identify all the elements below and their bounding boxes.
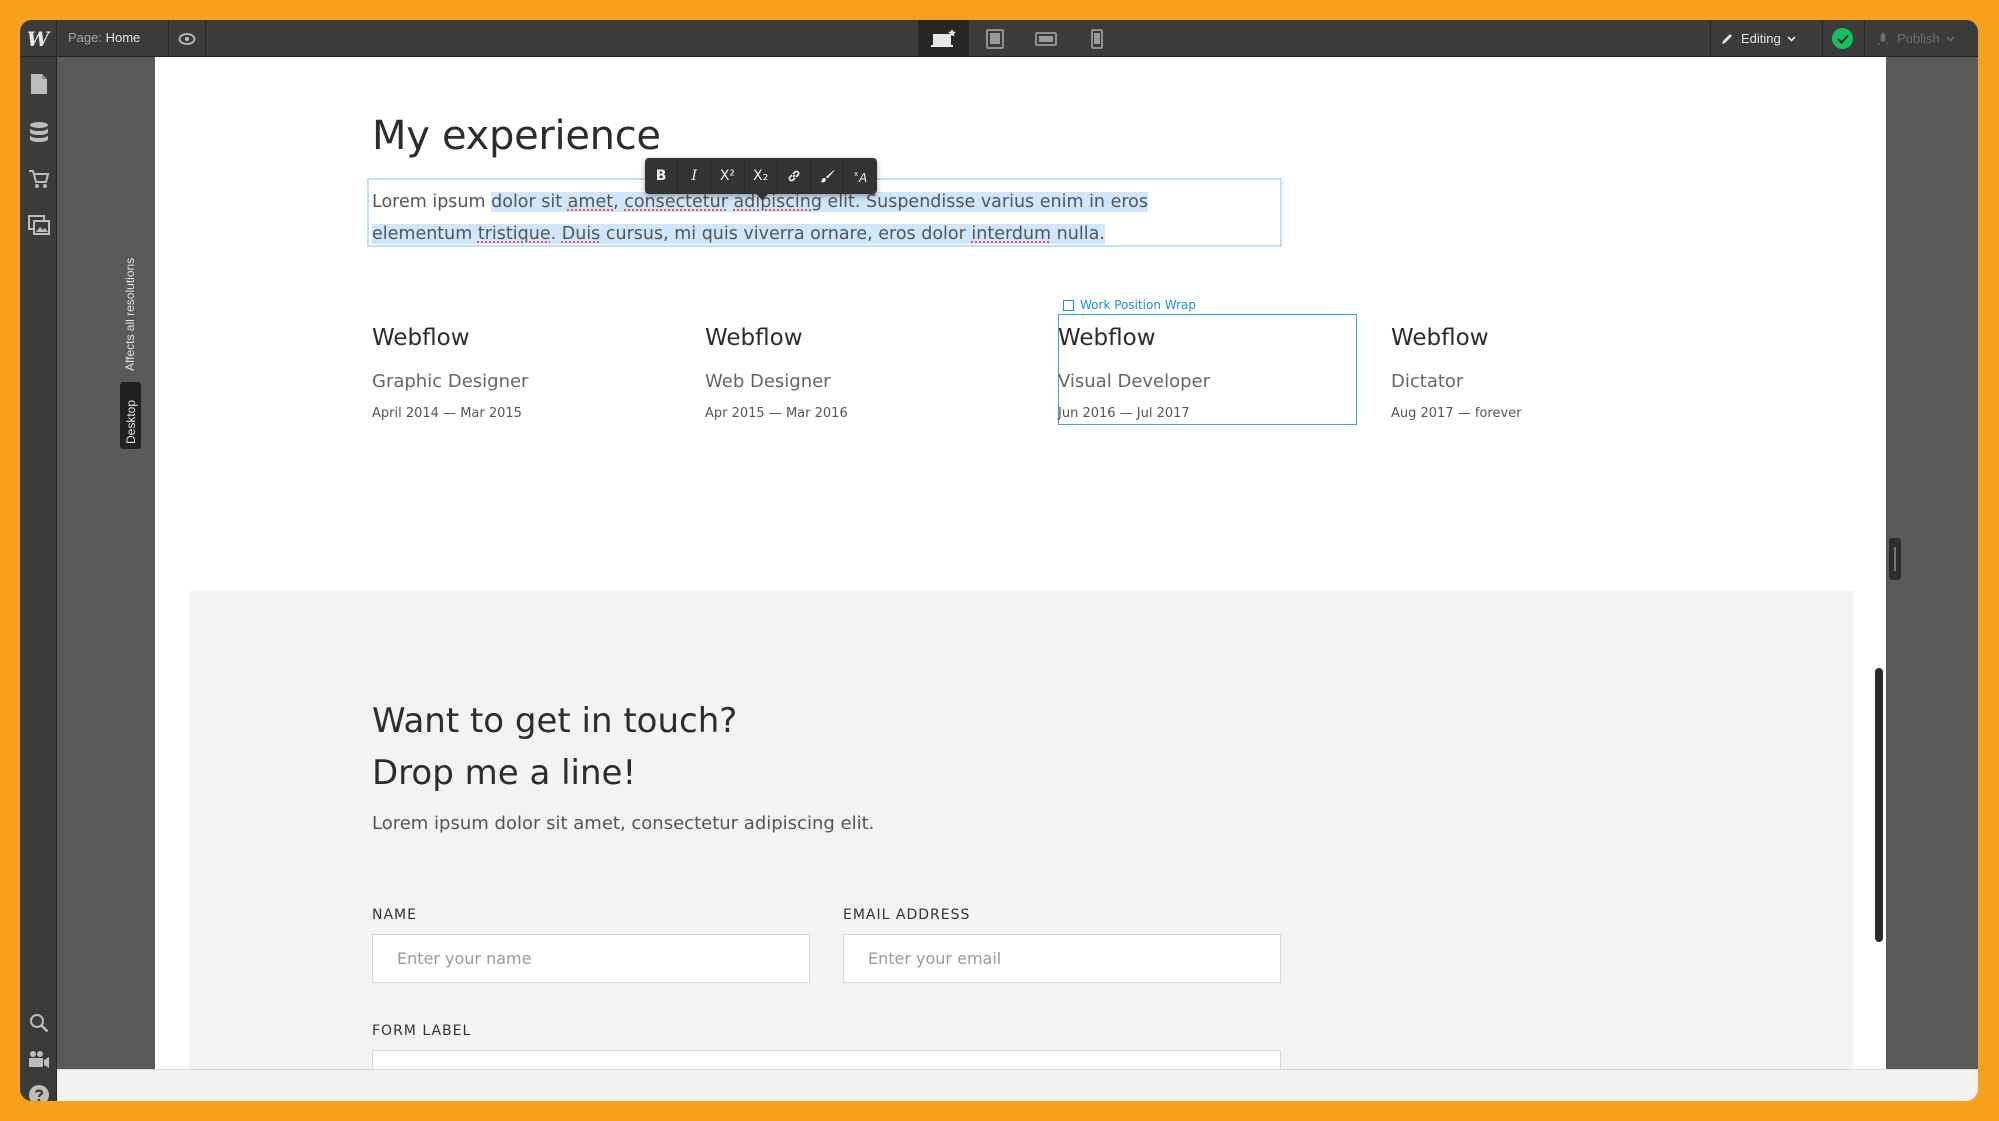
- canvas-scrollbar[interactable]: [1875, 668, 1883, 942]
- pencil-icon: [1722, 34, 1732, 44]
- job-role: Visual Developer: [1058, 371, 1211, 392]
- paragraph-text: cursus, mi quis viverra ornare, eros dol…: [600, 224, 972, 244]
- company-name: Webflow: [1391, 325, 1489, 351]
- chevron-down-icon: [1787, 35, 1796, 42]
- assets-images-icon[interactable]: [20, 206, 57, 244]
- paint-brush-icon[interactable]: [811, 158, 845, 194]
- spellcheck-word: consectetur: [624, 192, 728, 212]
- email-input[interactable]: [843, 934, 1281, 983]
- spellcheck-word: interdum: [971, 224, 1052, 244]
- italic-button[interactable]: I: [678, 158, 712, 194]
- canvas-resize-handle[interactable]: [1889, 538, 1901, 580]
- superscript-button[interactable]: X²: [711, 158, 745, 194]
- breakpoint-switcher: [918, 20, 1122, 57]
- svg-text:x: x: [854, 170, 858, 178]
- spellcheck-word: tristique: [477, 224, 551, 244]
- experience-heading[interactable]: My experience: [372, 113, 661, 159]
- paragraph-text: dolor sit: [491, 192, 568, 212]
- editing-label: Editing: [1741, 31, 1781, 46]
- job-role: Dictator: [1391, 371, 1464, 392]
- tablet-breakpoint-icon[interactable]: [969, 20, 1020, 57]
- designer-window: W Page: Home Editing Publish Affects all…: [20, 20, 1978, 1101]
- work-position-wrap[interactable]: Webflow Web Designer Apr 2015 — Mar 2016: [705, 325, 1005, 421]
- element-square-icon: [1063, 299, 1074, 311]
- contact-heading[interactable]: Want to get in touch? Drop me a line!: [372, 695, 737, 799]
- paragraph-text: .: [550, 224, 562, 244]
- publish-label: Publish: [1897, 31, 1940, 46]
- toolbar-pointer: [755, 193, 769, 200]
- webflow-logo-icon[interactable]: W: [20, 20, 57, 57]
- selected-element-badge[interactable]: Work Position Wrap: [1063, 298, 1196, 312]
- affects-all-resolutions-label: Affects all resolutions: [123, 257, 137, 371]
- paragraph-text: ,: [613, 192, 625, 212]
- rocket-icon: [1877, 31, 1889, 45]
- company-name: Webflow: [705, 325, 803, 351]
- desktop-breakpoint-label: Desktop: [124, 399, 138, 444]
- editing-mode-dropdown[interactable]: Editing: [1720, 20, 1796, 57]
- work-position-wrap[interactable]: Webflow Visual Developer Jun 2016 — Jul …: [1058, 325, 1358, 421]
- left-sidebar: [20, 57, 57, 1101]
- ecommerce-cart-icon[interactable]: [20, 160, 57, 198]
- page-prefix-label: Page:: [68, 30, 102, 45]
- selected-element-name: Work Position Wrap: [1080, 298, 1196, 312]
- spellcheck-word: amet: [567, 192, 614, 212]
- name-label: NAME: [372, 907, 417, 923]
- spellcheck-word: Duis: [561, 224, 601, 244]
- page-name-label: Home: [105, 30, 141, 45]
- cms-database-icon[interactable]: [20, 113, 57, 151]
- desktop-breakpoint-icon[interactable]: [918, 20, 969, 57]
- clear-formatting-icon[interactable]: xA: [844, 158, 877, 194]
- design-canvas[interactable]: My experience Lorem ipsum dolor sit amet…: [155, 57, 1886, 1069]
- message-label: FORM LABEL: [372, 1023, 472, 1039]
- contact-section[interactable]: Want to get in touch? Drop me a line! Lo…: [189, 591, 1853, 1069]
- work-position-wrap[interactable]: Webflow Dictator Aug 2017 — forever: [1391, 325, 1691, 421]
- toolbar-divider: [1822, 20, 1823, 57]
- bold-button[interactable]: B: [645, 158, 679, 194]
- job-dates: April 2014 — Mar 2015: [372, 406, 522, 421]
- rich-text-toolbar: B I X² X₂ xA: [645, 158, 877, 194]
- company-name: Webflow: [372, 325, 470, 351]
- toolbar-divider: [1864, 20, 1865, 57]
- job-dates: Apr 2015 — Mar 2016: [705, 406, 848, 421]
- spellcheck-word: adipiscing: [733, 192, 822, 212]
- top-toolbar: W Page: Home Editing Publish: [20, 20, 1978, 57]
- link-icon[interactable]: [778, 158, 811, 194]
- page-selector[interactable]: Page: Home: [68, 30, 140, 45]
- paragraph-text: nulla.: [1051, 224, 1105, 244]
- saved-status-check-icon: [1832, 28, 1853, 49]
- toolbar-divider: [1710, 20, 1711, 57]
- pages-icon[interactable]: [20, 65, 57, 103]
- work-position-wrap[interactable]: Webflow Graphic Designer April 2014 — Ma…: [372, 325, 672, 421]
- video-tutorials-icon[interactable]: [20, 1040, 57, 1078]
- chevron-down-icon: [1946, 35, 1955, 42]
- job-role: Graphic Designer: [372, 371, 529, 392]
- paragraph-text: Lorem ipsum: [372, 192, 492, 212]
- publish-button[interactable]: Publish: [1875, 20, 1955, 57]
- name-input[interactable]: [372, 934, 810, 983]
- search-icon[interactable]: [20, 1004, 57, 1042]
- subscript-button[interactable]: X₂: [745, 158, 778, 194]
- job-role: Web Designer: [705, 371, 831, 392]
- email-label: EMAIL ADDRESS: [843, 907, 971, 923]
- mobile-portrait-breakpoint-icon[interactable]: [1071, 20, 1122, 57]
- job-dates: Aug 2017 — forever: [1391, 406, 1522, 421]
- svg-text:A: A: [858, 171, 867, 183]
- contact-heading-line: Want to get in touch?: [372, 701, 738, 741]
- experience-paragraph[interactable]: Lorem ipsum dolor sit amet, consectetur …: [372, 186, 1202, 250]
- job-dates: Jun 2016 — Jul 2017: [1058, 406, 1190, 421]
- contact-heading-line: Drop me a line!: [372, 753, 637, 793]
- help-icon[interactable]: [20, 1076, 57, 1101]
- bottom-status-bar: [57, 1069, 1978, 1101]
- message-input[interactable]: [372, 1050, 1281, 1069]
- mobile-landscape-breakpoint-icon[interactable]: [1020, 20, 1071, 57]
- contact-subtext[interactable]: Lorem ipsum dolor sit amet, consectetur …: [372, 813, 874, 834]
- company-name: Webflow: [1058, 325, 1156, 351]
- preview-eye-icon[interactable]: [168, 20, 206, 57]
